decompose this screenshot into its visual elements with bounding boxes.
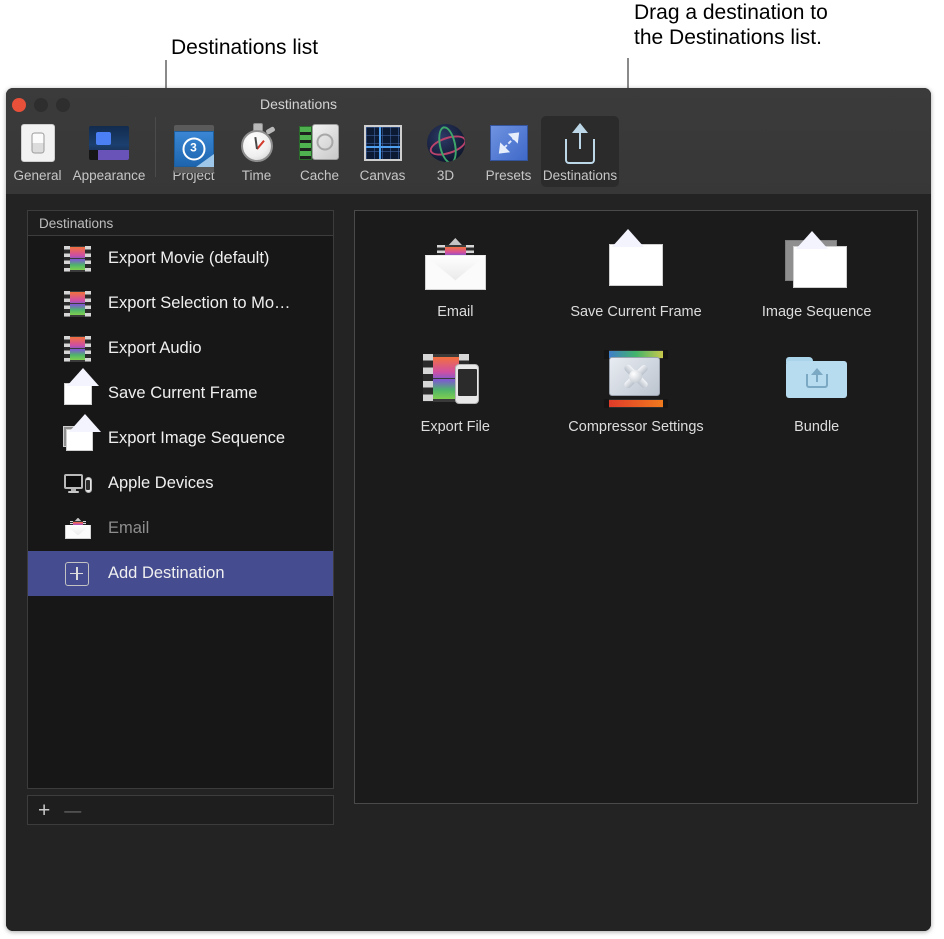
list-item[interactable]: Export Image Sequence — [28, 416, 333, 461]
photo-icon — [63, 381, 93, 407]
preset-email[interactable]: Email — [365, 233, 546, 320]
photo-stack-icon — [781, 233, 853, 295]
appearance-icon — [87, 120, 131, 164]
annotation-drag-destination: Drag a destination to the Destinations l… — [634, 0, 828, 50]
tab-label: Destinations — [543, 168, 617, 183]
tab-general[interactable]: General — [7, 116, 68, 187]
window-titlebar: Destinations General Appearance — [6, 88, 931, 195]
destinations-window: Destinations General Appearance — [6, 88, 931, 931]
tab-project[interactable]: 3 Project — [163, 116, 224, 187]
destinations-list[interactable]: Export Movie (default) Export Selection … — [27, 236, 334, 789]
window-content: Destinations Export Movie (default) — [6, 194, 931, 931]
tab-time[interactable]: Time — [226, 116, 287, 187]
list-item[interactable]: Export Audio — [28, 326, 333, 371]
filmstrip-icon — [63, 246, 93, 272]
annotation-destinations-list: Destinations list — [171, 35, 318, 60]
tab-label: Cache — [300, 168, 339, 183]
list-item-label: Email — [108, 519, 149, 538]
tab-label: General — [13, 168, 61, 183]
tab-presets[interactable]: Presets — [478, 116, 539, 187]
destinations-list-header: Destinations — [27, 210, 334, 236]
preset-export-file[interactable]: Export File — [365, 348, 546, 435]
share-icon — [558, 120, 602, 164]
tab-destinations[interactable]: Destinations — [541, 116, 619, 187]
list-item-label: Save Current Frame — [108, 384, 257, 403]
cache-icon — [298, 120, 342, 164]
general-icon — [16, 120, 60, 164]
list-item-label: Export Selection to Mo… — [108, 294, 291, 313]
toolbar-divider — [155, 117, 156, 177]
preset-label: Email — [437, 304, 473, 320]
tab-label: Canvas — [360, 168, 406, 183]
window-title: Destinations — [6, 96, 931, 112]
film-phone-icon — [419, 348, 491, 410]
presets-icon — [487, 120, 531, 164]
screenshot-root: Destinations list Drag a destination to … — [0, 0, 944, 939]
destination-presets-pane: Email Save Current Frame — [354, 210, 918, 804]
project-icon: 3 — [172, 120, 216, 164]
preset-label: Image Sequence — [762, 304, 872, 320]
filmstrip-icon — [63, 336, 93, 362]
destinations-list-panel: Destinations Export Movie (default) — [27, 210, 334, 825]
list-item[interactable]: Save Current Frame — [28, 371, 333, 416]
list-item[interactable]: Export Movie (default) — [28, 236, 333, 281]
photo-stack-icon — [63, 426, 93, 452]
preset-bundle[interactable]: Bundle — [726, 348, 907, 435]
destination-presets-grid: Email Save Current Frame — [355, 211, 917, 435]
list-item[interactable]: Export Selection to Mo… — [28, 281, 333, 326]
plus-box-icon — [63, 561, 93, 587]
list-item[interactable]: Apple Devices — [28, 461, 333, 506]
tab-appearance[interactable]: Appearance — [70, 116, 148, 187]
3d-icon — [424, 120, 468, 164]
list-item[interactable]: Email — [28, 506, 333, 551]
add-destination-button[interactable]: + — [38, 800, 50, 821]
tab-label: 3D — [437, 168, 454, 183]
safe-icon — [600, 348, 672, 410]
destinations-list-footer[interactable]: + — — [27, 795, 334, 825]
share-folder-icon — [781, 348, 853, 410]
list-item-add-destination[interactable]: Add Destination — [28, 551, 333, 596]
tab-3d[interactable]: 3D — [415, 116, 476, 187]
remove-destination-button[interactable]: — — [64, 800, 81, 821]
photo-icon — [600, 233, 672, 295]
project-badge: 3 — [182, 138, 205, 161]
tab-label: Presets — [486, 168, 532, 183]
envelope-film-icon — [419, 233, 491, 295]
tab-label: Time — [242, 168, 272, 183]
preset-image-sequence[interactable]: Image Sequence — [726, 233, 907, 320]
filmstrip-icon — [63, 291, 93, 317]
preset-label: Compressor Settings — [568, 419, 703, 435]
canvas-icon — [361, 120, 405, 164]
tab-canvas[interactable]: Canvas — [352, 116, 413, 187]
list-item-label: Apple Devices — [108, 474, 213, 493]
list-item-label: Export Movie (default) — [108, 249, 269, 268]
time-icon — [235, 120, 279, 164]
envelope-icon — [63, 516, 93, 542]
tab-cache[interactable]: Cache — [289, 116, 350, 187]
preset-save-current-frame[interactable]: Save Current Frame — [546, 233, 727, 320]
tab-label: Appearance — [73, 168, 146, 183]
list-item-label: Export Audio — [108, 339, 202, 358]
preset-label: Export File — [421, 419, 490, 435]
preferences-toolbar[interactable]: General Appearance 3 — [6, 116, 626, 187]
list-item-label: Export Image Sequence — [108, 429, 285, 448]
devices-icon — [63, 471, 93, 497]
preset-label: Save Current Frame — [570, 304, 701, 320]
preset-label: Bundle — [794, 419, 839, 435]
preset-compressor-settings[interactable]: Compressor Settings — [546, 348, 727, 435]
list-item-label: Add Destination — [108, 564, 225, 583]
